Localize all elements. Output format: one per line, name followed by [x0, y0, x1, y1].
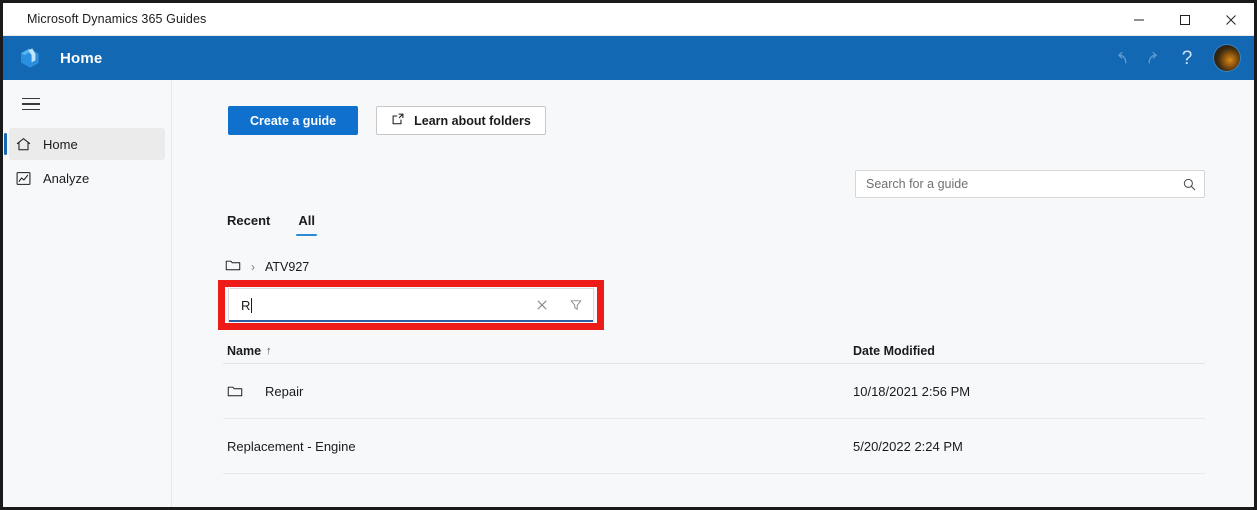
learn-about-folders-button[interactable]: Learn about folders	[376, 106, 546, 135]
sidebar-item-analyze[interactable]: Analyze	[9, 162, 165, 194]
tab-all[interactable]: All	[294, 213, 319, 236]
home-icon	[9, 136, 37, 153]
cell-name: Replacement - Engine	[223, 439, 853, 454]
guides-table: Name ↑ Date Modified Repair 10/18/2021 2…	[223, 338, 1205, 474]
cell-date-modified: 5/20/2022 2:24 PM	[853, 438, 963, 454]
table-row[interactable]: Replacement - Engine 5/20/2022 2:24 PM	[223, 419, 1205, 474]
redo-icon[interactable]	[1138, 43, 1168, 73]
sidebar-item-home[interactable]: Home	[4, 128, 165, 160]
open-in-new-icon	[391, 112, 405, 129]
app-window: Microsoft Dynamics 365 Guides Home ? Hom…	[0, 0, 1257, 510]
sidebar-item-label: Home	[43, 136, 78, 152]
app-header-title: Home	[60, 49, 103, 67]
undo-icon[interactable]	[1106, 43, 1136, 73]
breadcrumb-path[interactable]: ATV927	[265, 260, 309, 274]
minimize-icon[interactable]	[1116, 3, 1162, 36]
window-title: Microsoft Dynamics 365 Guides	[27, 12, 207, 26]
folder-icon[interactable]	[225, 258, 241, 275]
hamburger-menu-icon[interactable]	[11, 84, 51, 124]
action-buttons: Create a guide Learn about folders	[228, 106, 546, 135]
sidebar: Home Analyze	[3, 80, 172, 507]
help-icon[interactable]: ?	[1170, 49, 1204, 68]
row-name-label: Replacement - Engine	[227, 438, 356, 454]
analyze-chart-icon	[9, 170, 37, 187]
sort-ascending-icon: ↑	[266, 344, 272, 357]
main-content: Create a guide Learn about folders Searc…	[173, 80, 1254, 507]
text-caret	[251, 297, 253, 313]
breadcrumb-separator-icon: ›	[251, 259, 255, 274]
cell-date-modified: 10/18/2021 2:56 PM	[853, 383, 971, 399]
learn-about-folders-label: Learn about folders	[414, 113, 531, 128]
search-icon[interactable]	[1174, 177, 1204, 192]
close-icon[interactable]	[1208, 3, 1254, 36]
column-header-name-label: Name	[227, 343, 262, 358]
sidebar-item-label: Analyze	[43, 170, 90, 186]
app-header: Home ?	[3, 36, 1254, 80]
filter-input-value: R	[241, 297, 251, 313]
table-row[interactable]: Repair 10/18/2021 2:56 PM	[223, 364, 1205, 419]
create-guide-button[interactable]: Create a guide	[228, 106, 359, 135]
column-header-date-modified[interactable]: Date Modified	[853, 344, 1193, 358]
clear-x-icon[interactable]	[525, 289, 559, 321]
dynamics-guides-logo-icon	[15, 43, 45, 73]
table-header-row: Name ↑ Date Modified	[223, 338, 1205, 364]
guide-search-box[interactable]	[855, 170, 1205, 198]
avatar[interactable]	[1214, 45, 1240, 71]
folder-icon	[227, 384, 265, 398]
search-input[interactable]	[856, 177, 1174, 191]
filter-input[interactable]: R	[229, 297, 525, 313]
tab-recent[interactable]: Recent	[223, 213, 274, 236]
title-bar: Microsoft Dynamics 365 Guides	[3, 3, 1254, 36]
filter-funnel-icon[interactable]	[559, 289, 593, 321]
maximize-icon[interactable]	[1162, 3, 1208, 36]
view-tabs: Recent All	[223, 213, 319, 236]
header-actions: ?	[1106, 36, 1244, 80]
row-name-label: Repair	[265, 383, 304, 399]
column-header-name[interactable]: Name ↑	[223, 344, 853, 358]
column-header-date-label: Date Modified	[853, 343, 935, 358]
cell-name: Repair	[223, 384, 853, 399]
window-controls	[1116, 3, 1254, 36]
folder-filter-field[interactable]: R	[228, 288, 594, 322]
breadcrumb: › ATV927	[225, 258, 309, 275]
